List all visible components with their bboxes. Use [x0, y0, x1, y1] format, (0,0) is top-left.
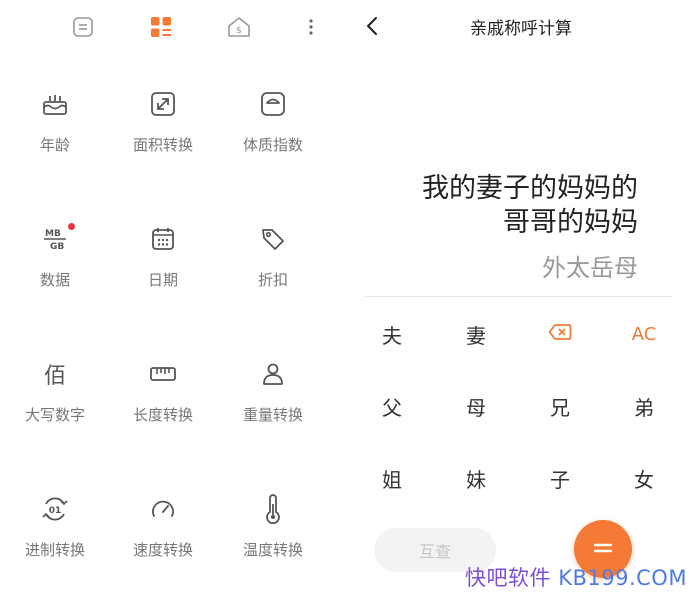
tool-label: 大写数字	[24, 406, 85, 424]
tool-label: 面积转换	[132, 136, 193, 154]
tool-label: 长度转换	[132, 406, 193, 424]
equals-icon	[593, 540, 613, 559]
mb-gb-icon: MB GB	[39, 223, 75, 255]
expression-line-2: 哥哥的妈妈	[503, 207, 638, 238]
key-wife[interactable]: 妻	[434, 304, 518, 364]
tool-label: 温度转换	[242, 541, 303, 559]
clear-button[interactable]: AC	[602, 304, 686, 364]
tools-topbar: $	[0, 0, 342, 56]
key-younger-sister[interactable]: 妹	[434, 448, 518, 508]
cake-icon	[39, 88, 71, 120]
tool-label: 日期	[147, 271, 178, 289]
tool-length-conversion[interactable]: 长度转换	[108, 340, 218, 450]
more-vert-icon[interactable]	[296, 12, 326, 42]
notification-badge	[68, 223, 75, 230]
key-elder-sister[interactable]: 姐	[350, 448, 434, 508]
person-icon	[257, 358, 289, 390]
svg-text:$: $	[236, 26, 242, 36]
tool-label: 年龄	[39, 136, 70, 154]
binary-icon: 01	[39, 493, 71, 525]
tag-icon	[257, 223, 289, 255]
tool-label: 折扣	[257, 271, 288, 289]
watermark: 快吧软件 KB199.COM	[465, 562, 687, 592]
expression-line-1: 我的妻子的妈妈的	[422, 173, 638, 204]
tool-date[interactable]: 日期	[108, 205, 218, 315]
svg-text:MB: MB	[45, 229, 61, 239]
tool-label: 体质指数	[242, 136, 303, 154]
tool-label: 数据	[39, 271, 70, 289]
key-husband[interactable]: 夫	[350, 304, 434, 364]
tool-bmi[interactable]: 体质指数	[218, 70, 328, 180]
backspace-icon	[548, 322, 572, 346]
bai-char-icon: 佰	[43, 364, 66, 389]
watermark-text-domain: KB199.COM	[558, 566, 687, 590]
page-title: 亲戚称呼计算	[470, 19, 572, 39]
tool-age[interactable]: 年龄	[0, 70, 110, 180]
tool-area-conversion[interactable]: 面积转换	[108, 70, 218, 180]
key-younger-brother[interactable]: 弟	[602, 376, 686, 436]
result-display: 外太岳母	[542, 254, 638, 282]
backspace-button[interactable]	[518, 304, 602, 364]
watermark-text-cn: 快吧软件	[465, 566, 551, 590]
calendar-icon	[147, 223, 179, 255]
tool-label: 速度转换	[132, 541, 193, 559]
svg-text:01: 01	[49, 506, 62, 516]
currency-house-icon[interactable]: $	[224, 12, 254, 42]
divider	[364, 296, 672, 297]
tools-panel: $ 年龄 面积转换 体质指数 MB GB 数据 日期 折扣 佰 大写数字 长度转…	[0, 0, 342, 602]
speedometer-icon	[147, 493, 179, 525]
tool-data[interactable]: MB GB 数据	[0, 205, 110, 315]
key-mother[interactable]: 母	[434, 376, 518, 436]
tool-capital-numbers[interactable]: 佰 大写数字	[0, 340, 110, 450]
thermometer-icon	[257, 493, 289, 525]
expression-display: 我的妻子的妈妈的 哥哥的妈妈	[338, 172, 638, 240]
scale-icon	[257, 88, 289, 120]
ruler-icon	[147, 358, 179, 390]
key-father[interactable]: 父	[350, 376, 434, 436]
svg-text:GB: GB	[50, 242, 64, 252]
kinship-calculator-panel: 亲戚称呼计算 我的妻子的妈妈的 哥哥的妈妈 外太岳母 夫 妻 AC 父 母 兄 …	[342, 0, 700, 602]
tool-label: 重量转换	[242, 406, 303, 424]
key-elder-brother[interactable]: 兄	[518, 376, 602, 436]
list-icon[interactable]	[68, 12, 98, 42]
tool-base-conversion[interactable]: 01 进制转换	[0, 475, 110, 585]
tool-discount[interactable]: 折扣	[218, 205, 328, 315]
tool-label: 进制转换	[24, 541, 85, 559]
tool-speed-conversion[interactable]: 速度转换	[108, 475, 218, 585]
key-daughter[interactable]: 女	[602, 448, 686, 508]
tool-weight-conversion[interactable]: 重量转换	[218, 340, 328, 450]
resize-icon	[147, 88, 179, 120]
tool-temperature-conversion[interactable]: 温度转换	[218, 475, 328, 585]
key-son[interactable]: 子	[518, 448, 602, 508]
grid-icon[interactable]	[146, 12, 176, 42]
